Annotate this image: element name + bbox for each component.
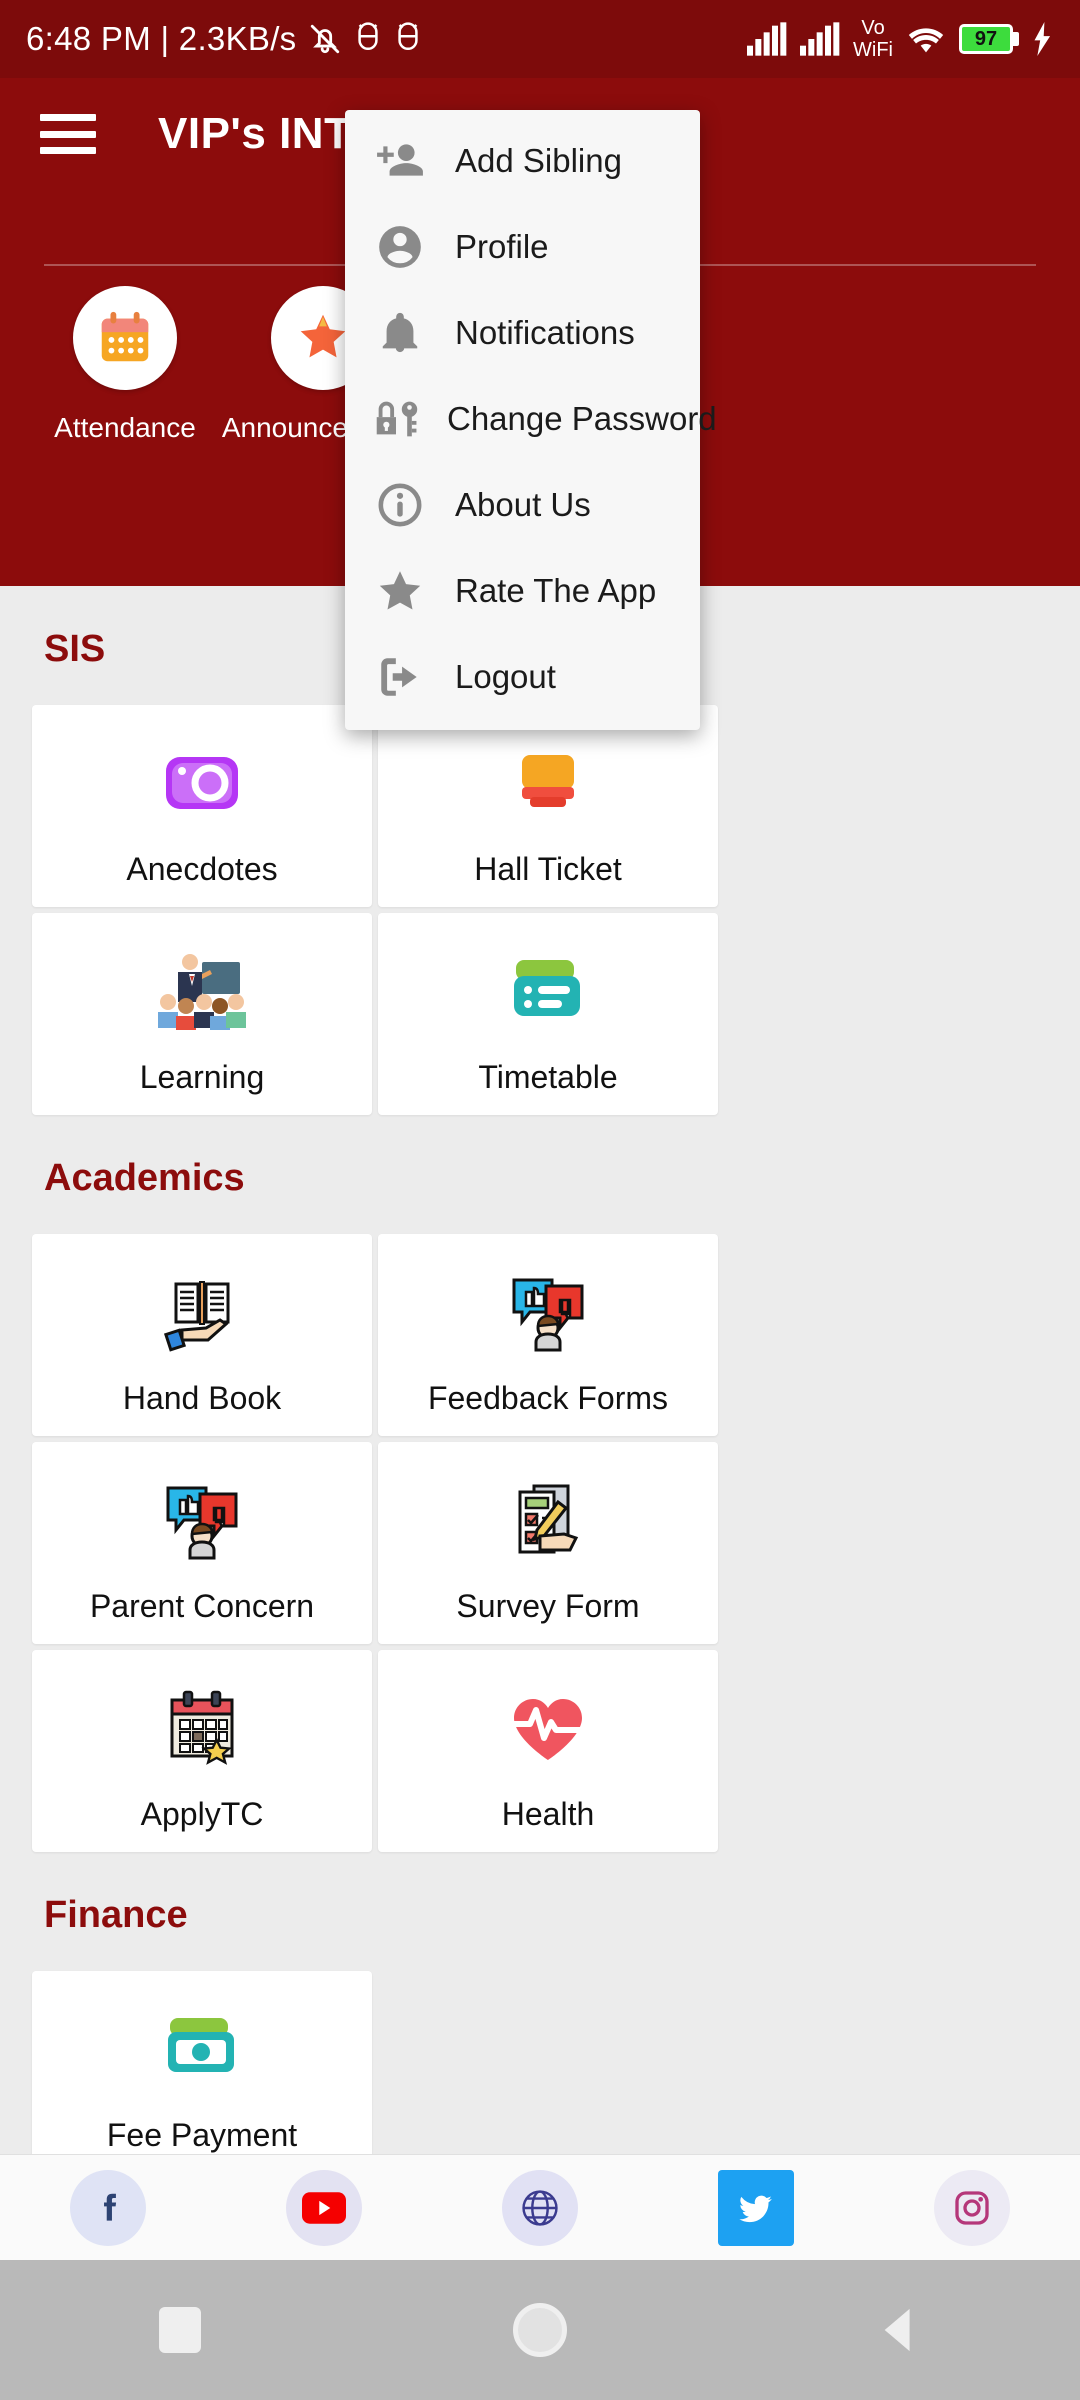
money-icon (156, 2001, 248, 2097)
app-card-parent-concern[interactable]: Parent Concern (32, 1442, 372, 1644)
app-card-timetable[interactable]: Timetable (378, 913, 718, 1115)
app-card-label: Timetable (478, 1059, 618, 1095)
status-bar-left: 6:48 PM | 2.3KB/s (26, 20, 422, 58)
charging-bolt-icon (1034, 22, 1051, 56)
status-time-and-speed: 6:48 PM | 2.3KB/s (26, 20, 297, 57)
signal-bars-icon (800, 22, 840, 56)
app-card-health[interactable]: Health (378, 1650, 718, 1852)
person-add-icon (369, 136, 431, 186)
app-card-hand-book[interactable]: Hand Book (32, 1234, 372, 1436)
status-bar: 6:48 PM | 2.3KB/s Vo WiFi 97 (0, 0, 1080, 78)
checklist-pen-icon (500, 1472, 596, 1568)
camera-icon (158, 735, 246, 831)
list-card-icon (502, 943, 594, 1039)
shortcut-label: Attendance (54, 412, 196, 443)
twitter-icon[interactable] (718, 2169, 794, 2246)
menu-item-label: Notifications (455, 314, 635, 351)
star-icon (369, 566, 431, 616)
calendar-star-icon (154, 1680, 250, 1776)
app-card-label: Anecdotes (126, 851, 278, 887)
account-circle-icon (369, 222, 431, 272)
app-card-applytc[interactable]: ApplyTC (32, 1650, 372, 1852)
alarm-icon (358, 22, 379, 50)
app-card-label: Learning (139, 1059, 265, 1095)
instagram-icon[interactable] (934, 2169, 1010, 2246)
app-card-label: Survey Form (456, 1588, 640, 1624)
menu-item-label: Profile (455, 228, 549, 265)
section-title-academics: Academics (44, 1157, 245, 1199)
menu-item-label: Add Sibling (455, 142, 622, 179)
app-card-label: ApplyTC (140, 1796, 264, 1832)
app-card-label: Fee Payment (106, 2117, 298, 2153)
app-card-label: Hand Book (122, 1380, 282, 1416)
youtube-icon[interactable] (286, 2169, 362, 2246)
calendar-icon (73, 286, 177, 390)
circle-icon[interactable] (480, 2270, 600, 2390)
app-card-label: Parent Concern (89, 1588, 315, 1624)
signal-bars-icon (747, 22, 787, 56)
wifi-icon (908, 28, 944, 53)
alarm-icon (398, 22, 419, 50)
menu-item-label: Logout (455, 658, 556, 695)
grid-academics: Hand Book Feedback Forms Parent Concern … (0, 1200, 1080, 1852)
menu-item-label: About Us (455, 486, 591, 523)
volte-wifi-icon: Vo WiFi (853, 17, 893, 61)
menu-item-change-password[interactable]: Change Password (345, 376, 717, 462)
app-card-fee-payment[interactable]: Fee Payment (32, 1971, 372, 2154)
triangle-back-icon[interactable] (840, 2270, 960, 2390)
ticket-icon (504, 735, 592, 831)
lock-key-icon (369, 394, 423, 444)
menu-item-notifications[interactable]: Notifications (345, 290, 700, 376)
app-card-survey-form[interactable]: Survey Form (378, 1442, 718, 1644)
hamburger-icon[interactable] (40, 114, 96, 154)
menu-item-profile[interactable]: Profile (345, 204, 700, 290)
mute-icon (311, 24, 340, 54)
menu-item-label: Rate The App (455, 572, 657, 609)
globe-icon[interactable] (502, 2169, 578, 2246)
grid-finance: Fee Payment (0, 1937, 1080, 2154)
android-navigation-bar (0, 2260, 1080, 2400)
overflow-menu[interactable]: Add Sibling Profile Notifications Change… (345, 110, 717, 730)
feedback-bubbles-icon (500, 1264, 596, 1360)
menu-item-add-sibling[interactable]: Add Sibling (345, 118, 700, 204)
menu-item-rate-the-app[interactable]: Rate The App (345, 548, 700, 634)
section-title-finance: Finance (44, 1894, 188, 1936)
open-book-hand-icon (154, 1264, 250, 1360)
app-card-label: Feedback Forms (427, 1380, 669, 1416)
app-card-label: Health (501, 1796, 595, 1832)
square-icon[interactable] (120, 2270, 240, 2390)
feedback-bubbles-icon (154, 1472, 250, 1568)
app-card-hall-ticket[interactable]: Hall Ticket (378, 705, 718, 907)
app-card-label: Hall Ticket (474, 851, 622, 887)
app-card-feedback-forms[interactable]: Feedback Forms (378, 1234, 718, 1436)
classroom-icon (150, 943, 254, 1039)
menu-item-logout[interactable]: Logout (345, 634, 700, 720)
status-bar-right: Vo WiFi 97 (747, 18, 1054, 60)
heartbeat-icon (500, 1680, 596, 1776)
facebook-icon[interactable] (70, 2169, 146, 2246)
app-card-learning[interactable]: Learning (32, 913, 372, 1115)
main-content[interactable]: SIS Anecdotes Hall Ticket Learning Timet… (0, 586, 1080, 2154)
battery-percent-label: 97 (974, 27, 998, 50)
battery-icon: 97 (959, 24, 1019, 54)
app-card-anecdotes[interactable]: Anecdotes (32, 705, 372, 907)
social-bar (0, 2154, 1080, 2260)
shortcut-attendance[interactable]: Attendance (26, 286, 224, 444)
grid-sis: Anecdotes Hall Ticket Learning Timetable (0, 671, 1080, 1115)
menu-item-label: Change Password (447, 400, 717, 437)
menu-item-about-us[interactable]: About Us (345, 462, 700, 548)
info-circle-icon (369, 480, 431, 530)
bell-icon (369, 308, 431, 358)
logout-icon (369, 652, 431, 702)
